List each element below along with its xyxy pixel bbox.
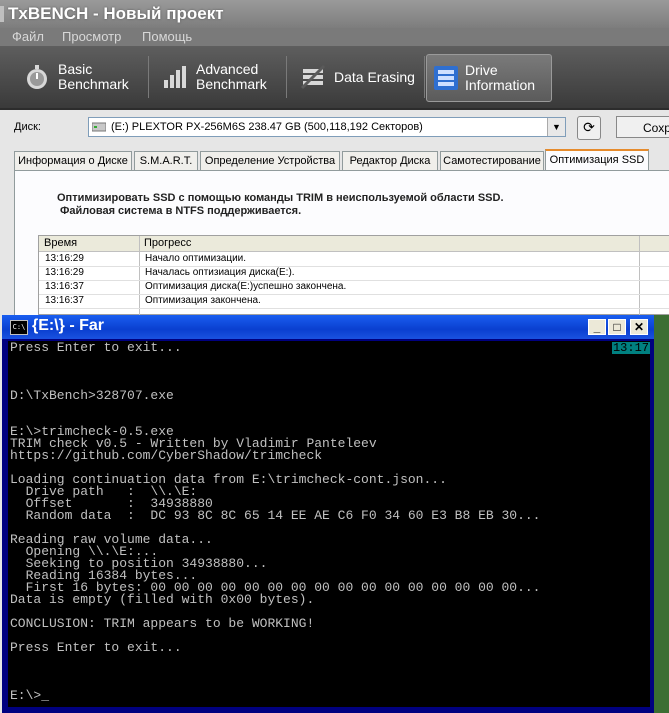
drive-select-value: (E:) PLEXTOR PX-256M6S 238.47 GB (500,11… xyxy=(111,121,423,133)
console-line: Random data : DC 93 8C 8C 65 14 EE AE C6… xyxy=(10,508,541,523)
tab-strip: Информация о Диске S.M.A.R.T. Определени… xyxy=(14,149,669,171)
console-clock: 13:17 xyxy=(611,341,650,355)
tab-drive-info[interactable]: Информация о Диске xyxy=(14,151,132,170)
toolbar-separator xyxy=(148,56,149,98)
drive-information-button[interactable]: Drive Information xyxy=(426,54,552,102)
table-row[interactable]: 13:16:29 Начало оптимизации. xyxy=(39,252,669,267)
tab-smart[interactable]: S.M.A.R.T. xyxy=(134,151,198,170)
basic-benchmark-button[interactable]: Basic Benchmark xyxy=(12,54,146,100)
advanced-benchmark-button[interactable]: Advanced Benchmark xyxy=(150,54,284,100)
console-line: D:\TxBench>328707.exe xyxy=(10,388,174,403)
window-title: TxBENCH - Новый проект xyxy=(8,4,224,23)
bar-chart-icon xyxy=(164,66,186,88)
toolbar-separator xyxy=(286,56,287,98)
table-row[interactable]: 13:16:29 Началась оптизиация диска(E:). xyxy=(39,266,669,281)
data-erasing-label: Data Erasing xyxy=(334,69,415,85)
close-icon: ✕ xyxy=(633,320,645,334)
log-time: 13:16:37 xyxy=(45,281,84,292)
log-progress: Начало оптимизации. xyxy=(145,253,247,264)
drive-selector-row: Диск: (E:) PLEXTOR PX-256M6S 238.47 GB (… xyxy=(0,110,669,146)
tab-ssd-optimization[interactable]: Оптимизация SSD xyxy=(545,149,649,171)
far-console-window: C:\ {E:\} - Far _ □ ✕ 13:17 Press Enter … xyxy=(2,315,654,713)
log-time: 13:16:29 xyxy=(45,253,84,264)
eraser-icon xyxy=(300,64,326,90)
log-time: 13:16:29 xyxy=(45,267,84,278)
menu-file[interactable]: Файл xyxy=(12,28,44,46)
minimize-button[interactable]: _ xyxy=(588,319,606,335)
console-line: Press Enter to exit... xyxy=(10,640,182,655)
menu-help[interactable]: Помощь xyxy=(142,28,192,46)
log-header-time[interactable]: Время xyxy=(39,236,139,251)
drive-select[interactable]: (E:) PLEXTOR PX-256M6S 238.47 GB (500,11… xyxy=(88,117,566,137)
console-line: E:\>_ xyxy=(10,688,50,703)
refresh-button[interactable]: ⟳ xyxy=(577,116,601,140)
log-progress: Оптимизация закончена. xyxy=(145,295,261,306)
minimize-icon: _ xyxy=(593,320,601,334)
main-toolbar: Basic Benchmark Advanced Benchmark Data … xyxy=(0,46,669,110)
console-icon: C:\ xyxy=(10,320,28,335)
maximize-icon: □ xyxy=(613,320,621,334)
far-titlebar[interactable]: C:\ {E:\} - Far _ □ ✕ xyxy=(2,315,654,339)
chevron-down-icon[interactable]: ▼ xyxy=(547,118,565,136)
advanced-benchmark-label: Advanced Benchmark xyxy=(196,61,267,92)
hard-drive-icon xyxy=(92,122,106,132)
data-erasing-button[interactable]: Data Erasing xyxy=(288,54,422,100)
console-line: CONCLUSION: TRIM appears to be WORKING! xyxy=(10,616,315,631)
app-icon xyxy=(0,6,4,22)
far-window-title: {E:\} - Far xyxy=(32,317,105,334)
close-button[interactable]: ✕ xyxy=(630,319,648,335)
log-time: 13:16:37 xyxy=(45,295,84,306)
refresh-icon: ⟳ xyxy=(583,119,595,135)
console-line: Data is empty (filled with 0x00 bytes). xyxy=(10,592,315,607)
description-line-2: Файловая система в NTFS поддерживается. xyxy=(60,205,302,217)
tab-self-test[interactable]: Самотестирование xyxy=(440,151,544,170)
maximize-button[interactable]: □ xyxy=(608,319,626,335)
drive-info-icon xyxy=(434,66,458,90)
menu-bar: Файл Просмотр Помощь xyxy=(0,28,669,46)
drive-label: Диск: xyxy=(14,121,41,133)
console-line: https://github.com/CyberShadow/trimcheck xyxy=(10,448,323,463)
save-button[interactable]: Сохр xyxy=(616,116,669,138)
log-progress: Началась оптизиация диска(E:). xyxy=(145,267,295,278)
tab-identify-device[interactable]: Определение Устройства xyxy=(200,151,340,170)
tab-disk-editor[interactable]: Редактор Диска xyxy=(342,151,438,170)
table-row[interactable]: 13:16:37 Оптимизация диска(E:)успешно за… xyxy=(39,280,669,295)
log-header: Время Прогресс xyxy=(39,236,669,252)
toolbar-separator xyxy=(424,56,425,98)
txbench-titlebar[interactable]: TxBENCH - Новый проект xyxy=(0,0,669,28)
description-line-1: Оптимизировать SSD с помощью команды TRI… xyxy=(57,192,504,204)
stopwatch-icon xyxy=(27,65,47,89)
basic-benchmark-label: Basic Benchmark xyxy=(58,61,129,92)
table-row[interactable]: 13:16:37 Оптимизация закончена. xyxy=(39,294,669,309)
console-line: Press Enter to exit... xyxy=(10,341,182,355)
menu-view[interactable]: Просмотр xyxy=(62,28,121,46)
drive-information-label: Drive Information xyxy=(465,62,536,93)
console-output[interactable]: 13:17 Press Enter to exit... D:\TxBench>3… xyxy=(8,341,650,707)
log-progress: Оптимизация диска(E:)успешно закончена. xyxy=(145,281,347,292)
log-header-progress[interactable]: Прогресс xyxy=(139,236,639,251)
progress-log-table: Время Прогресс 13:16:29 Начало оптимизац… xyxy=(38,235,669,316)
